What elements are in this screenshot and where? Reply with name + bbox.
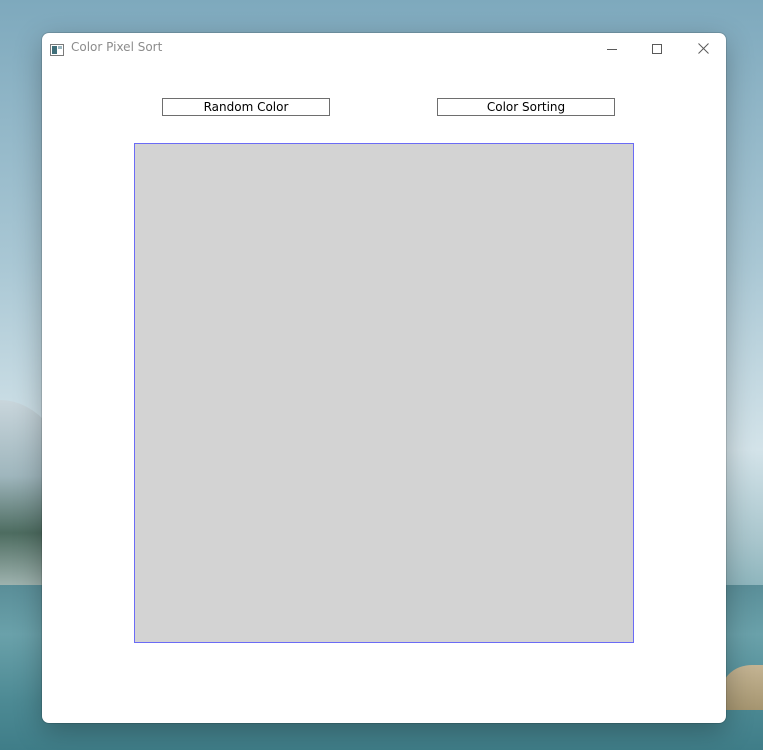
window-title: Color Pixel Sort (71, 40, 163, 54)
close-button[interactable] (680, 33, 726, 63)
random-color-button[interactable]: Random Color (162, 98, 330, 116)
close-icon (697, 39, 709, 58)
color-sorting-button[interactable]: Color Sorting (437, 98, 615, 116)
maximize-button[interactable] (634, 33, 680, 63)
app-window: Color Pixel Sort Random Color Color Sort… (42, 33, 726, 723)
app-window-icon (50, 41, 64, 56)
minimize-button[interactable] (589, 33, 635, 63)
desktop-background: Color Pixel Sort Random Color Color Sort… (0, 0, 763, 750)
title-bar[interactable]: Color Pixel Sort (42, 33, 726, 63)
minimize-icon (607, 39, 617, 58)
pixel-canvas[interactable] (134, 143, 634, 643)
maximize-icon (652, 39, 662, 58)
